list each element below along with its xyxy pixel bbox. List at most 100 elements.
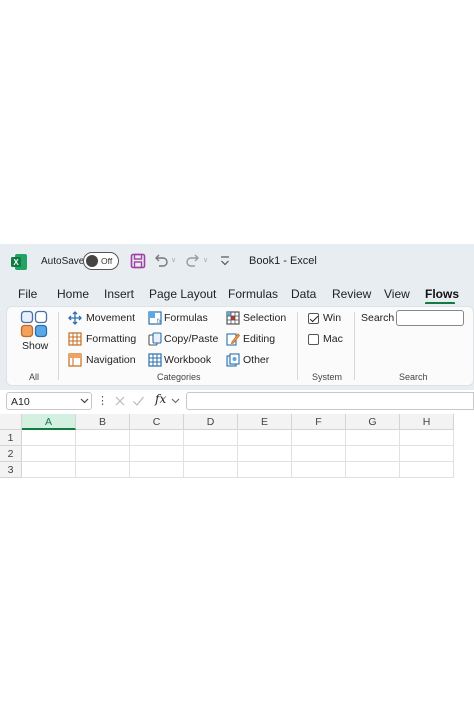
formulas-icon: fx [148,311,162,325]
tab-file[interactable]: File [18,287,37,301]
cell-f3[interactable] [292,462,346,478]
redo-icon[interactable] [185,252,201,268]
cell-b1[interactable] [76,430,130,446]
save-icon[interactable] [130,253,146,269]
cell-e2[interactable] [238,446,292,462]
column-header-c[interactable]: C [130,414,184,430]
column-header-d[interactable]: D [184,414,238,430]
customize-toolbar-icon[interactable] [219,254,231,268]
editing-button[interactable]: Editing [243,333,275,345]
insert-function-button[interactable]: fx [155,392,166,406]
cell-e1[interactable] [238,430,292,446]
group-divider [58,312,59,380]
cell-g3[interactable] [346,462,400,478]
cell-c1[interactable] [130,430,184,446]
cell-c3[interactable] [130,462,184,478]
move-arrows-icon [68,311,82,325]
window-title: Book1 - Excel [249,255,317,267]
chevron-down-icon[interactable] [171,396,180,405]
undo-icon[interactable] [153,252,169,268]
column-header-a[interactable]: A [22,414,76,430]
group-label-categories: Categories [157,372,201,382]
cell-b2[interactable] [76,446,130,462]
cell-d3[interactable] [184,462,238,478]
excel-window: X AutoSave Off ∨ ∨ Book1 - Excel File Ho… [0,244,474,478]
cell-f1[interactable] [292,430,346,446]
cell-e3[interactable] [238,462,292,478]
other-button[interactable]: Other [243,354,269,366]
workbook-grid-icon [148,353,162,367]
cell-a1[interactable] [22,430,76,446]
group-divider [297,312,298,380]
mac-checkbox[interactable] [308,334,319,345]
group-label-search: Search [399,372,428,382]
cell-g2[interactable] [346,446,400,462]
tab-home[interactable]: Home [57,287,89,301]
name-box[interactable]: A10 [6,392,92,410]
group-label-all: All [29,372,40,382]
formatting-button[interactable]: Formatting [86,333,136,345]
confirm-icon[interactable] [132,395,145,407]
cancel-icon[interactable] [114,395,126,407]
tab-review[interactable]: Review [332,287,371,301]
cell-h1[interactable] [400,430,454,446]
copy-paste-icon [148,332,162,346]
excel-logo-icon: X [11,254,27,270]
show-button[interactable]: Show [22,340,48,352]
chevron-down-icon[interactable] [80,396,89,405]
win-checkbox[interactable] [308,313,319,324]
other-icon [226,353,240,367]
undo-dropdown-chevron-icon[interactable]: ∨ [171,256,176,264]
workbook-button[interactable]: Workbook [164,354,211,366]
cell-c2[interactable] [130,446,184,462]
autosave-state: Off [101,256,113,266]
select-all-corner[interactable] [0,414,22,430]
name-box-value: A10 [11,396,30,408]
cell-d1[interactable] [184,430,238,446]
formula-input[interactable] [186,392,474,410]
svg-text:fx: fx [157,319,162,325]
autosave-toggle[interactable]: Off [83,252,119,270]
edit-pencil-icon [226,333,240,346]
tab-data[interactable]: Data [291,287,316,301]
tab-page-layout[interactable]: Page Layout [149,287,216,301]
win-label: Win [323,312,342,324]
row-header-3[interactable]: 3 [0,462,22,478]
navigation-button[interactable]: Navigation [86,354,136,366]
cell-h2[interactable] [400,446,454,462]
cell-d2[interactable] [184,446,238,462]
group-divider [354,312,355,380]
copy-paste-button[interactable]: Copy/Paste [164,333,218,345]
column-header-h[interactable]: H [400,414,454,430]
tab-flows[interactable]: Flows [425,287,459,301]
redo-dropdown-chevron-icon[interactable]: ∨ [203,256,208,264]
column-header-e[interactable]: E [238,414,292,430]
selection-grid-icon [226,311,240,325]
cell-b3[interactable] [76,462,130,478]
autosave-label: AutoSave [41,256,85,267]
formula-bar-more-icon[interactable]: ⋮ [97,394,108,407]
column-header-g[interactable]: G [346,414,400,430]
selection-button[interactable]: Selection [243,312,286,324]
row-header-2[interactable]: 2 [0,446,22,462]
show-all-icon[interactable] [20,310,48,338]
movement-button[interactable]: Movement [86,312,135,324]
column-header-f[interactable]: F [292,414,346,430]
formatting-table-icon [68,332,82,346]
cell-a3[interactable] [22,462,76,478]
search-input[interactable] [396,310,464,326]
spreadsheet-grid: ABCDEFGH 123 [0,414,474,478]
row-header-1[interactable]: 1 [0,430,22,446]
mac-label: Mac [323,333,343,345]
cell-g1[interactable] [346,430,400,446]
cell-a2[interactable] [22,446,76,462]
tab-insert[interactable]: Insert [104,287,134,301]
navigation-icon [68,353,82,367]
formulas-button[interactable]: Formulas [164,312,208,324]
tab-view[interactable]: View [384,287,410,301]
cell-h3[interactable] [400,462,454,478]
cell-f2[interactable] [292,446,346,462]
tab-formulas[interactable]: Formulas [228,287,278,301]
toggle-knob [86,255,98,267]
column-header-b[interactable]: B [76,414,130,430]
